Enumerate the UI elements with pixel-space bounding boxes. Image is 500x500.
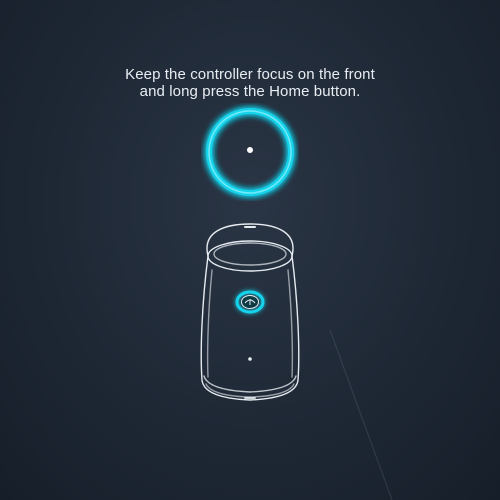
vr-controller-icon	[200, 223, 300, 401]
instruction-line-1: Keep the controller focus on the front	[125, 66, 375, 83]
instruction-line-2: and long press the Home button.	[139, 83, 361, 100]
focus-dot-icon	[247, 147, 253, 153]
instruction-text: Keep the controller focus on the front a…	[60, 66, 440, 100]
home-button-icon	[235, 290, 265, 314]
controller-calibration-screen: Keep the controller focus on the front a…	[0, 0, 500, 500]
lower-button-icon	[248, 357, 252, 361]
focus-ring-icon	[206, 108, 294, 196]
